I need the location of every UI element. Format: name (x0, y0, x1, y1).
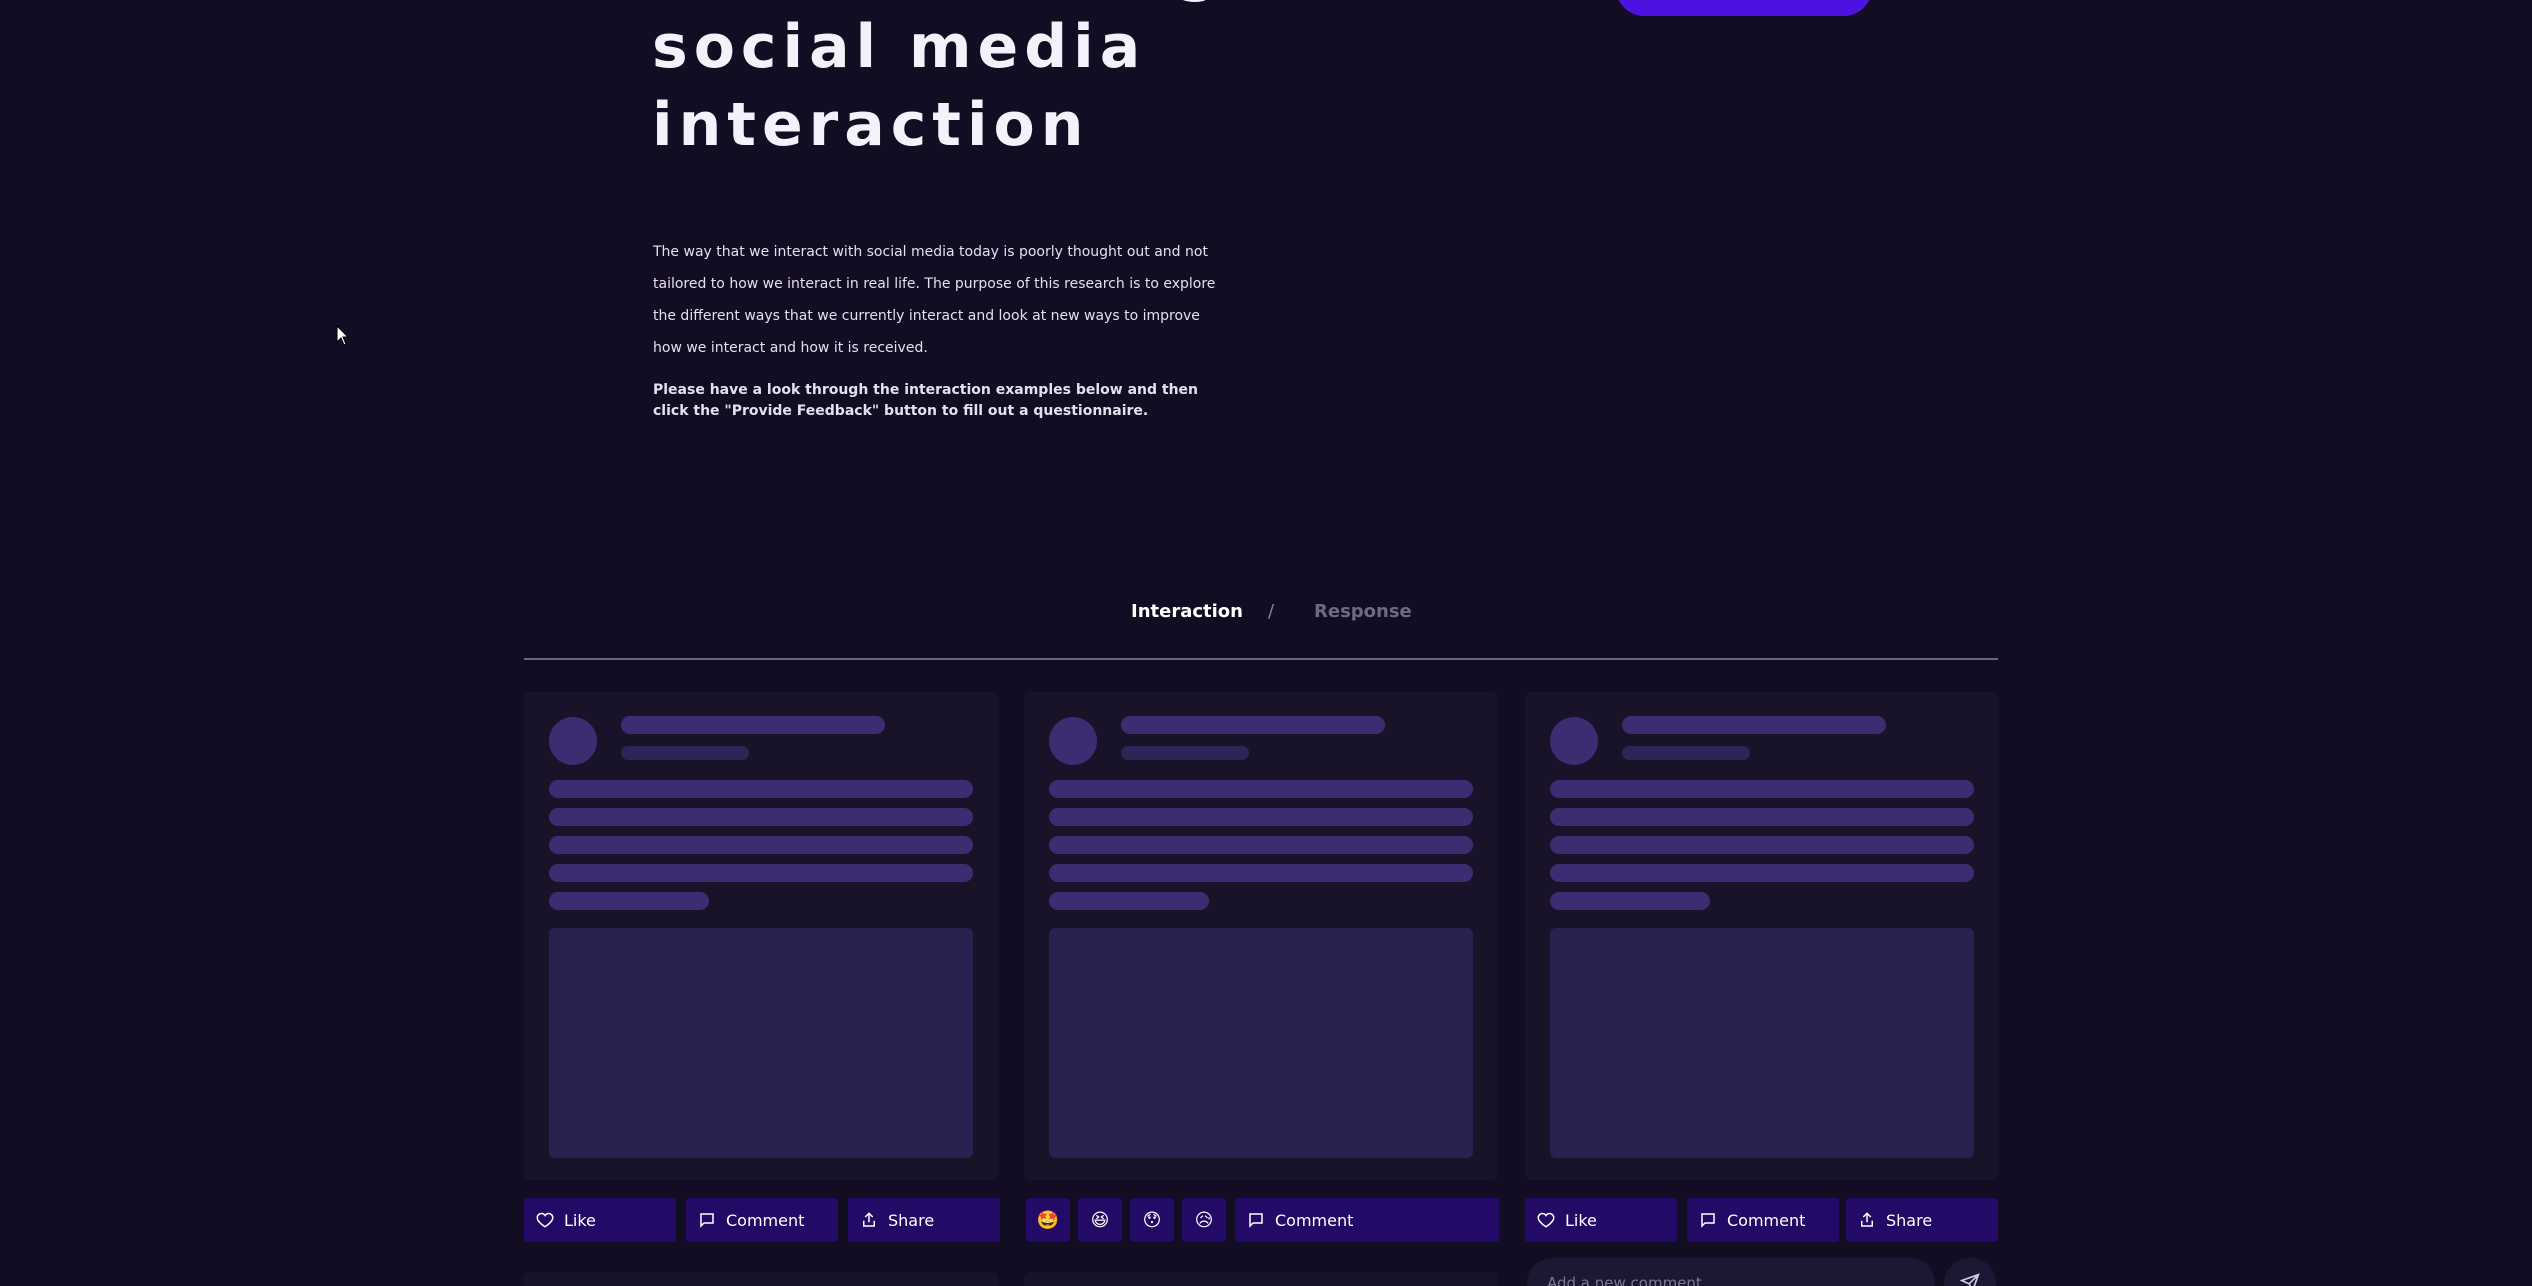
text-line-placeholder (549, 864, 973, 882)
text-line-placeholder (1049, 836, 1473, 854)
like-label: Like (1565, 1210, 1597, 1230)
text-line-placeholder (549, 808, 973, 826)
text-line-placeholder (549, 836, 973, 854)
text-line-placeholder (1049, 780, 1473, 798)
post-card-1 (524, 692, 998, 1180)
star-struck-emoji-icon: 🤩 (1036, 1209, 1060, 1231)
text-line-placeholder (549, 892, 709, 910)
heart-icon (536, 1212, 554, 1228)
name-placeholder (621, 716, 885, 734)
comment-label: Comment (1727, 1210, 1806, 1230)
reaction-sad-button[interactable]: 😥 (1182, 1198, 1226, 1242)
text-line-placeholder (1550, 864, 1974, 882)
text-line-placeholder (1049, 808, 1473, 826)
tab-interaction[interactable]: Interaction (1131, 596, 1243, 628)
share-button[interactable]: Share (1846, 1198, 1998, 1242)
comment-input[interactable] (1527, 1258, 1935, 1286)
reaction-surprised-button[interactable]: 😯 (1130, 1198, 1174, 1242)
comment-icon (1249, 1213, 1263, 1228)
post-card-3 (1525, 692, 1999, 1180)
heart-icon (1537, 1212, 1555, 1228)
like-label: Like (564, 1210, 596, 1230)
provide-feedback-button[interactable]: Provide Feedback (1616, 0, 1872, 16)
title-line-1: understanding (652, 0, 1412, 8)
comment-button[interactable]: Comment (1687, 1198, 1839, 1242)
tab-bar: Interaction / Response (524, 596, 1998, 660)
tab-response[interactable]: Response (1314, 596, 1412, 628)
title-line-2: social media (652, 12, 1147, 82)
comment-label: Comment (726, 1210, 805, 1230)
reaction-star-struck-button[interactable]: 🤩 (1026, 1198, 1070, 1242)
comment-label: Comment (1275, 1210, 1354, 1230)
handle-placeholder (1622, 746, 1750, 760)
comment-icon (700, 1213, 714, 1228)
comment-button[interactable]: Comment (686, 1198, 838, 1242)
post-card-2 (1024, 692, 1498, 1180)
avatar-placeholder (1049, 717, 1097, 765)
handle-placeholder (1121, 746, 1249, 760)
send-icon (1960, 1273, 1980, 1286)
media-placeholder (1049, 928, 1473, 1158)
post-card-4 (524, 1272, 998, 1286)
handle-placeholder (621, 746, 749, 760)
reaction-laughing-button[interactable]: 😆 (1078, 1198, 1122, 1242)
tab-separator: / (1268, 601, 1275, 622)
mouse-cursor-icon (336, 325, 350, 346)
share-label: Share (888, 1210, 935, 1230)
laughing-emoji-icon: 😆 (1090, 1209, 1110, 1231)
text-line-placeholder (1550, 892, 1710, 910)
intro-paragraph: The way that we interact with social med… (653, 244, 1216, 356)
instructions-note: Please have a look through the interacti… (653, 382, 1199, 419)
name-placeholder (1121, 716, 1385, 734)
share-icon (1861, 1212, 1873, 1227)
share-label: Share (1886, 1210, 1933, 1230)
page: understanding social media interaction P… (0, 0, 2532, 1286)
share-icon (863, 1212, 875, 1227)
avatar-placeholder (549, 717, 597, 765)
like-button[interactable]: Like (524, 1198, 676, 1242)
text-line-placeholder (1049, 864, 1473, 882)
comment-button[interactable]: Comment (1235, 1198, 1499, 1242)
media-placeholder (549, 928, 973, 1158)
text-line-placeholder (549, 780, 973, 798)
send-comment-button[interactable] (1944, 1258, 1996, 1286)
surprised-emoji-icon: 😯 (1142, 1209, 1162, 1231)
avatar-placeholder (1550, 717, 1598, 765)
text-line-placeholder (1550, 780, 1974, 798)
text-line-placeholder (1550, 836, 1974, 854)
like-button[interactable]: Like (1525, 1198, 1677, 1242)
page-title: understanding social media interaction (652, 0, 1412, 164)
sad-emoji-icon: 😥 (1194, 1209, 1214, 1231)
text-line-placeholder (1049, 892, 1209, 910)
comment-icon (1701, 1213, 1715, 1228)
media-placeholder (1550, 928, 1974, 1158)
title-line-3: interaction (652, 90, 1090, 160)
text-line-placeholder (1550, 808, 1974, 826)
share-button[interactable]: Share (848, 1198, 1000, 1242)
post-card-5 (1024, 1272, 1498, 1286)
name-placeholder (1622, 716, 1886, 734)
